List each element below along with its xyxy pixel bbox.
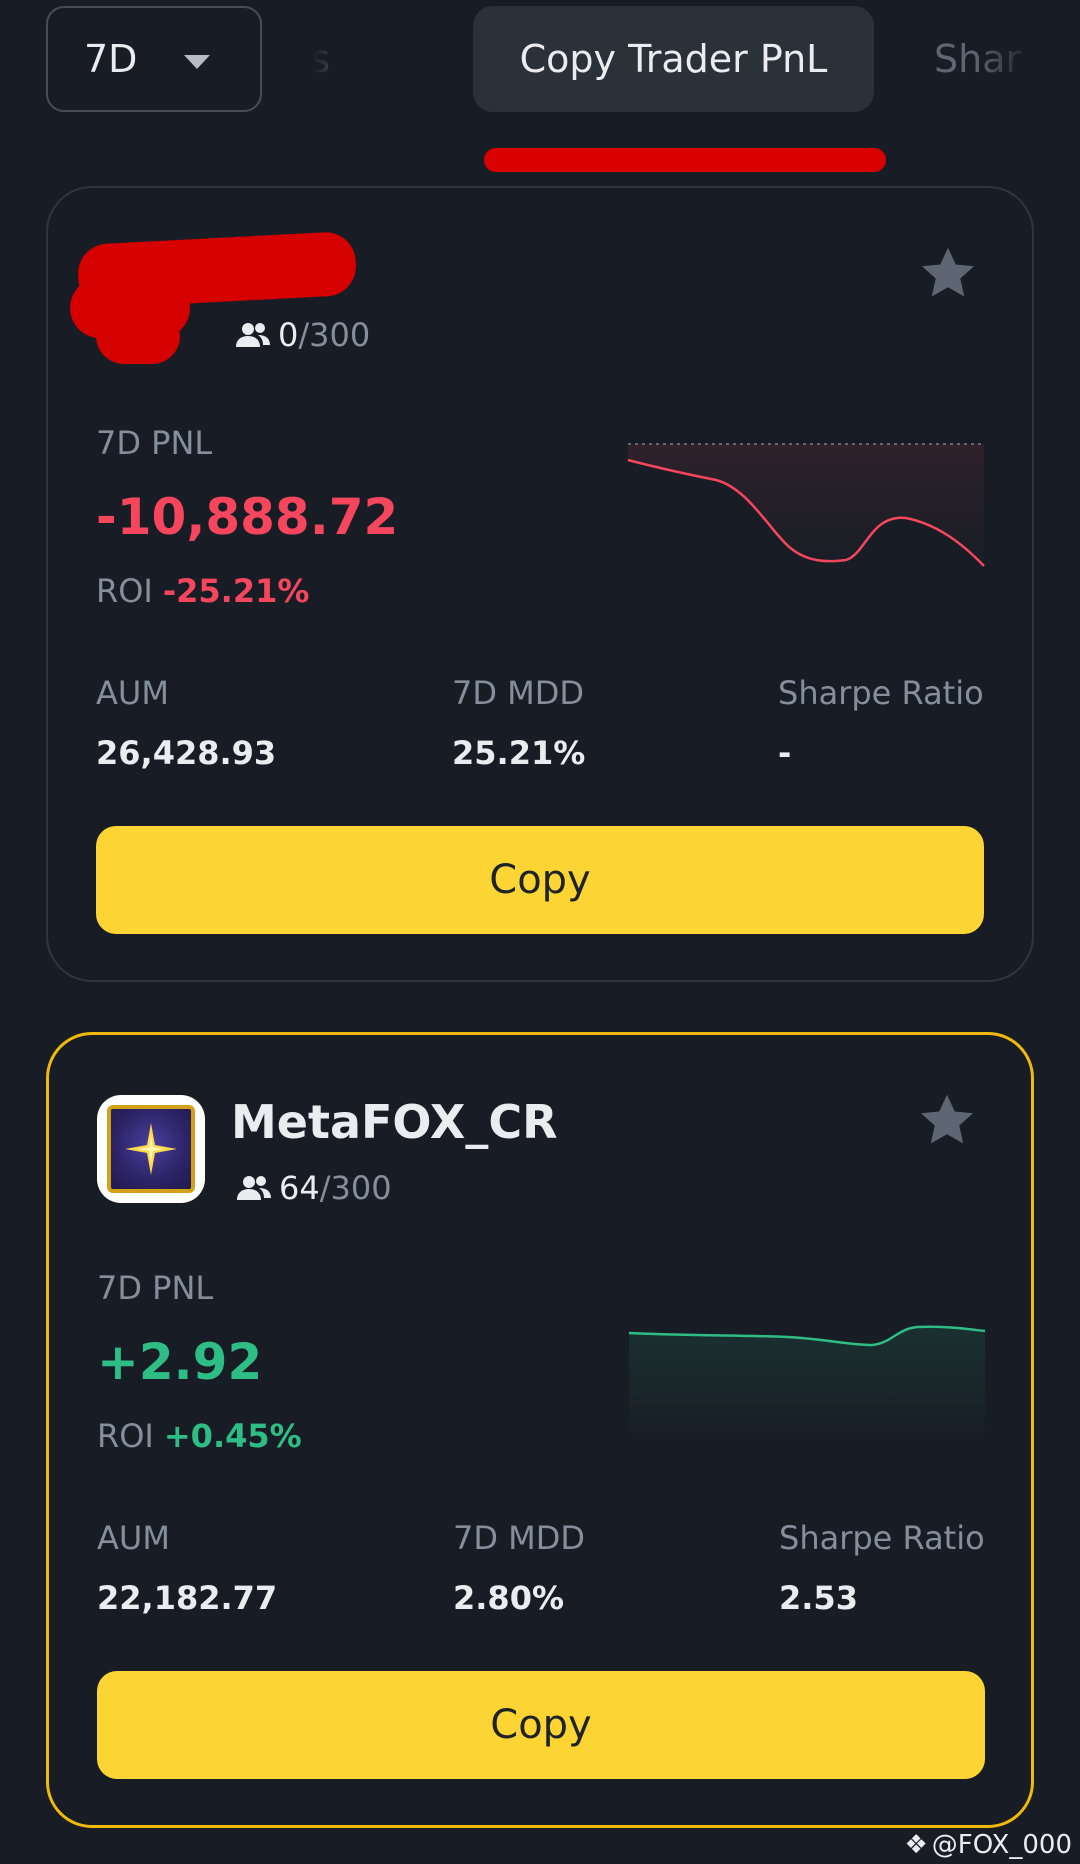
sparkline-area: [628, 444, 984, 566]
sparkline-area: [629, 1326, 985, 1439]
trader-card[interactable]: 0 /300 7D PNL -10,888.72 ROI -25.21% AUM …: [46, 186, 1034, 982]
watermark: ❖ @FOX_000: [904, 1830, 1072, 1860]
mdd-label: 7D MDD: [452, 674, 585, 712]
mdd-value: 25.21%: [452, 734, 586, 772]
copier-count: 64 /300: [235, 1169, 392, 1207]
roi-row: ROI +0.45%: [97, 1417, 302, 1455]
roi-value: +0.45%: [163, 1417, 302, 1455]
pnl-label: 7D PNL: [96, 424, 213, 462]
avatar-image: [107, 1105, 195, 1193]
aum-label: AUM: [96, 674, 169, 712]
stat-sharpe: Sharpe Ratio -: [778, 674, 984, 772]
copier-current: 0: [278, 316, 299, 354]
copier-count: 0 /300: [234, 316, 370, 354]
aum-value: 26,428.93: [96, 734, 277, 772]
tab-fade-left: [312, 0, 352, 114]
stat-sharpe: Sharpe Ratio 2.53: [779, 1519, 985, 1617]
mdd-value: 2.80%: [453, 1579, 565, 1617]
aum-label: AUM: [97, 1519, 170, 1557]
stat-mdd: 7D MDD 25.21%: [452, 674, 585, 772]
binance-logo-icon: ❖: [904, 1830, 928, 1860]
sharpe-value: -: [778, 734, 792, 772]
star-burst-icon: [125, 1123, 177, 1175]
roi-row: ROI -25.21%: [96, 572, 309, 610]
avatar[interactable]: [97, 1095, 205, 1203]
pnl-sparkline: [628, 1325, 986, 1439]
sharpe-label: Sharpe Ratio: [779, 1519, 985, 1557]
watermark-handle: @FOX_000: [931, 1830, 1072, 1860]
users-icon: [236, 323, 270, 347]
sharpe-value: 2.53: [779, 1579, 858, 1617]
period-label: 7D: [84, 37, 138, 81]
trader-card[interactable]: MetaFOX_CR 64 /300 7D PNL +2.92 ROI +0.45…: [46, 1032, 1034, 1828]
roi-label: ROI: [96, 572, 153, 610]
tab-copy-trader-pnl[interactable]: Copy Trader PnL: [473, 6, 874, 112]
trader-nickname[interactable]: MetaFOX_CR: [231, 1095, 558, 1149]
chevron-down-icon: [184, 55, 210, 69]
mdd-label: 7D MDD: [453, 1519, 586, 1557]
users-icon: [237, 1176, 271, 1200]
tab-fade-right: [974, 0, 1034, 114]
stat-aum: AUM 26,428.93: [96, 674, 276, 772]
stat-aum: AUM 22,182.77: [97, 1519, 277, 1617]
pnl-label: 7D PNL: [97, 1269, 214, 1307]
stat-mdd: 7D MDD 2.80%: [453, 1519, 585, 1617]
aum-value: 22,182.77: [97, 1579, 278, 1617]
copier-max: /300: [319, 1169, 392, 1207]
red-marker-underline: [484, 148, 886, 172]
roi-label: ROI: [97, 1417, 154, 1455]
roi-value: -25.21%: [162, 572, 310, 610]
period-dropdown[interactable]: 7D: [46, 6, 262, 112]
pnl-value: +2.92: [97, 1333, 263, 1391]
copy-trading-page: 7D aders Copy Trader PnL Shar 0 /300: [0, 0, 1080, 1864]
copy-button[interactable]: Copy: [97, 1671, 985, 1779]
star-icon[interactable]: [918, 244, 978, 304]
redaction-mark: [96, 308, 180, 364]
copier-current: 64: [279, 1169, 320, 1207]
copy-button[interactable]: Copy: [96, 826, 984, 934]
copier-max: /300: [298, 316, 371, 354]
sort-tabs: aders Copy Trader PnL Shar: [312, 0, 1034, 114]
pnl-value: -10,888.72: [96, 488, 399, 546]
star-icon[interactable]: [917, 1091, 977, 1151]
sharpe-label: Sharpe Ratio: [778, 674, 984, 712]
pnl-sparkline: [627, 443, 985, 567]
